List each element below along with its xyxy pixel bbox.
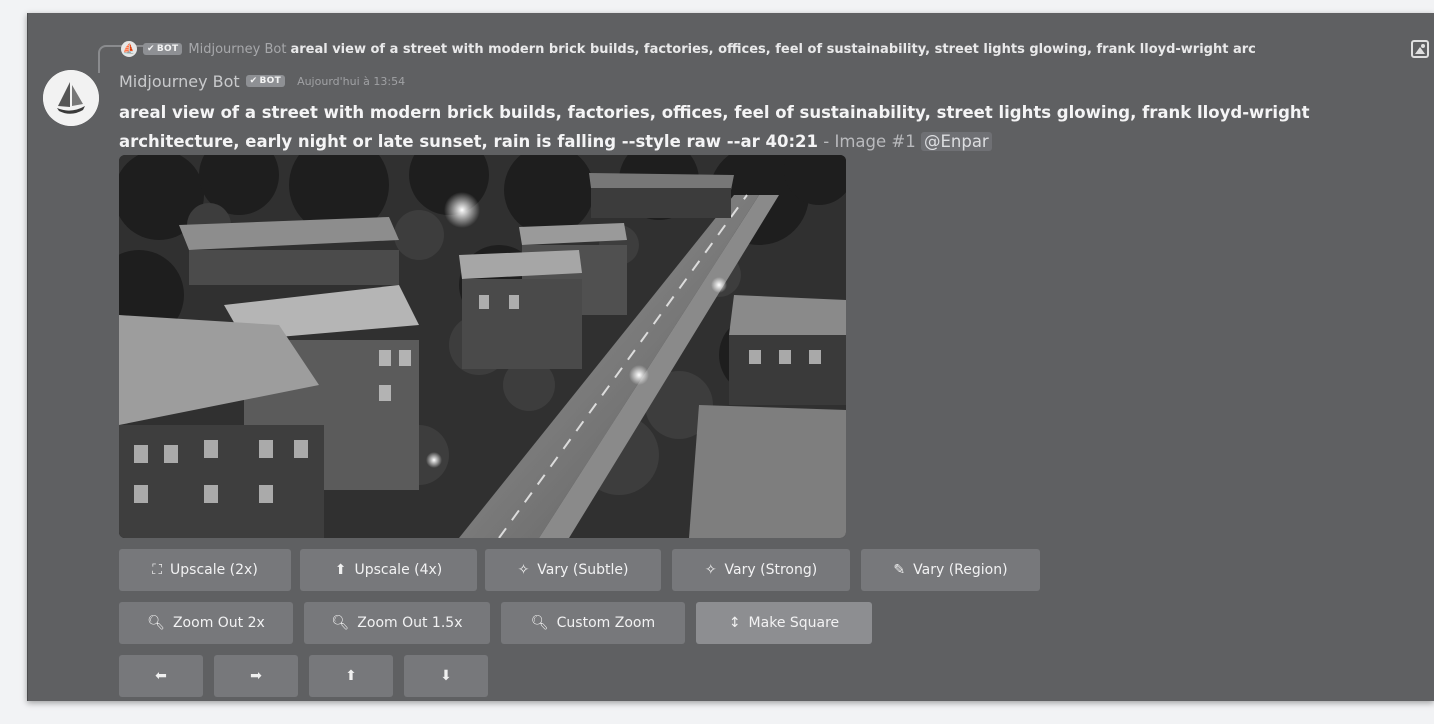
- check-icon: ✔: [249, 76, 258, 86]
- bot-badge: ✔ BOT: [143, 43, 183, 55]
- timestamp: Aujourd'hui à 13:54: [297, 74, 406, 88]
- upscale-4x-button[interactable]: ⬆ Upscale (4x): [300, 549, 477, 591]
- pan-right-button[interactable]: ➡: [214, 655, 298, 697]
- pan-up-button[interactable]: ⬆: [309, 655, 393, 697]
- vary-subtle-label: Vary (Subtle): [537, 562, 629, 578]
- sparkle-wand-icon: ✧: [704, 562, 717, 578]
- make-square-button[interactable]: ↕ Make Square: [696, 602, 872, 644]
- vary-strong-label: Vary (Strong): [724, 562, 818, 578]
- arrow-down-icon: ⬇: [440, 668, 452, 684]
- vary-subtle-button[interactable]: ✧ Vary (Subtle): [485, 549, 661, 591]
- reply-author[interactable]: Midjourney Bot: [188, 42, 286, 57]
- bot-badge: ✔ BOT: [245, 75, 286, 87]
- make-square-label: Make Square: [748, 615, 840, 631]
- pan-left-button[interactable]: ⬅: [119, 655, 203, 697]
- pan-down-button[interactable]: ⬇: [404, 655, 488, 697]
- message-content: areal view of a street with modern brick…: [119, 98, 1359, 156]
- author-name[interactable]: Midjourney Bot: [119, 72, 240, 91]
- zoom-out-1-5x-button[interactable]: 🔍︎ Zoom Out 1.5x: [304, 602, 490, 644]
- image-icon: [1411, 40, 1429, 58]
- image-index: - Image #1: [818, 132, 921, 151]
- avatar[interactable]: [43, 70, 99, 126]
- upscale-2x-button[interactable]: ⛶ Upscale (2x): [119, 549, 291, 591]
- magnifier-icon: 🔍︎: [331, 615, 350, 631]
- zoom-out-2x-label: Zoom Out 2x: [172, 615, 265, 631]
- brush-icon: ✎: [893, 562, 906, 578]
- user-mention[interactable]: @Enpar: [920, 132, 992, 151]
- custom-zoom-label: Custom Zoom: [556, 615, 656, 631]
- magnifier-icon: 🔍︎: [530, 615, 549, 631]
- upscale-4x-label: Upscale (4x): [354, 562, 443, 578]
- vertical-arrows-icon: ↕: [728, 615, 741, 631]
- vary-region-button[interactable]: ✎ Vary (Region): [861, 549, 1040, 591]
- zoom-out-2x-button[interactable]: 🔍︎ Zoom Out 2x: [119, 602, 293, 644]
- sparkle-wand-icon: ✧: [517, 562, 530, 578]
- magnifier-icon: 🔍︎: [147, 615, 165, 631]
- reply-avatar-icon: ⛵: [121, 41, 137, 57]
- arrow-up-icon: ⬆: [345, 668, 357, 684]
- expand-icon: ⛶: [152, 562, 163, 578]
- reply-text[interactable]: areal view of a street with modern brick…: [290, 42, 1405, 57]
- upload-icon: ⬆: [334, 562, 347, 578]
- arrow-left-icon: ⬅: [155, 668, 167, 684]
- generated-image[interactable]: [119, 155, 846, 538]
- prompt-text: areal view of a street with modern brick…: [119, 103, 1310, 151]
- reply-preview[interactable]: ⛵ ✔ BOT Midjourney Bot areal view of a st…: [121, 38, 1429, 60]
- vary-strong-button[interactable]: ✧ Vary (Strong): [672, 549, 850, 591]
- zoom-out-1-5x-label: Zoom Out 1.5x: [357, 615, 463, 631]
- upscale-2x-label: Upscale (2x): [170, 562, 258, 578]
- vary-region-label: Vary (Region): [913, 562, 1008, 578]
- custom-zoom-button[interactable]: 🔍︎ Custom Zoom: [501, 602, 685, 644]
- message-header: Midjourney Bot ✔ BOT Aujourd'hui à 13:54: [119, 70, 405, 92]
- arrow-right-icon: ➡: [250, 668, 262, 684]
- check-icon: ✔: [147, 44, 155, 54]
